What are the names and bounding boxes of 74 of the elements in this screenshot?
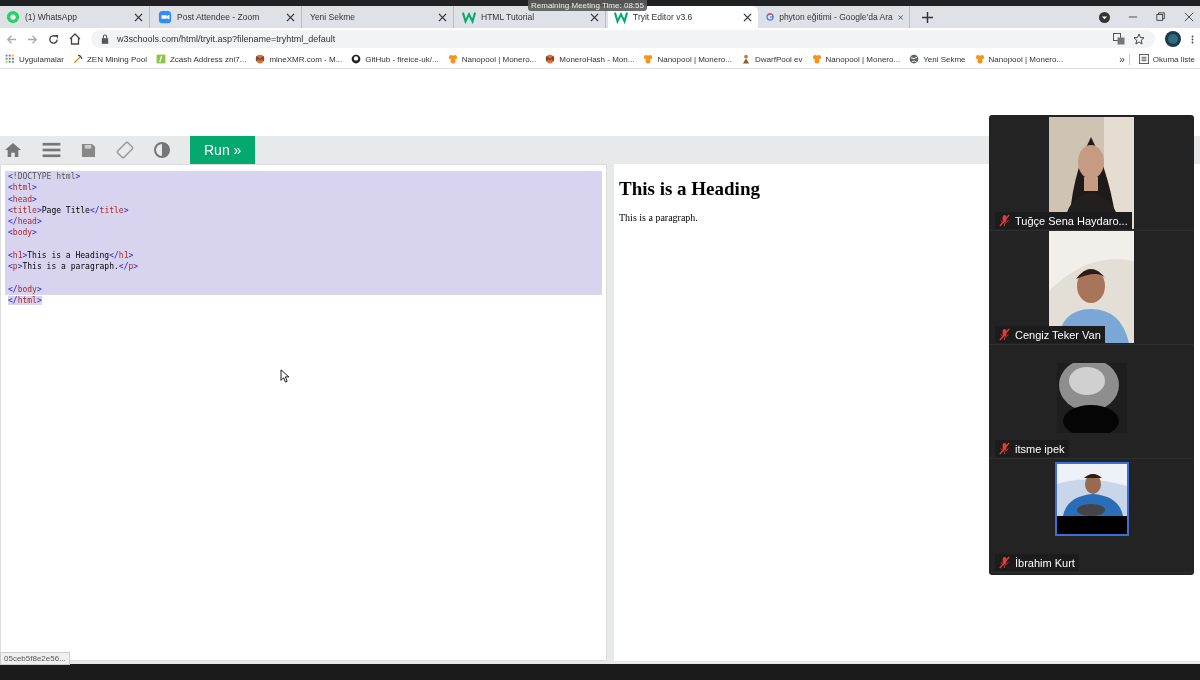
lock-icon — [101, 34, 109, 44]
menu-icon[interactable] — [42, 142, 61, 158]
star-icon[interactable] — [1133, 33, 1145, 45]
bookmark[interactable]: GitHub - fireice-uk/... — [351, 54, 439, 64]
kebab-menu-icon[interactable] — [1191, 33, 1194, 45]
tab-title: Yeni Sekme — [310, 12, 357, 22]
reload-icon[interactable] — [48, 33, 59, 45]
close-icon[interactable] — [286, 12, 295, 22]
bookmark[interactable]: ZEN Mining Pool — [72, 54, 147, 64]
avatar-icon[interactable] — [1165, 31, 1181, 47]
bookmark[interactable]: Nanopool | Monero... — [447, 54, 537, 64]
grid-icon — [5, 54, 15, 64]
page-paragraph: This is a paragraph. — [619, 212, 698, 223]
bookmark[interactable]: mineXMR.com - M... — [255, 54, 343, 64]
code-line: </body> — [8, 284, 42, 294]
restore-icon[interactable] — [1156, 12, 1166, 22]
bookmark[interactable]: MoneroHash - Mon... — [545, 54, 635, 64]
tab-title: (1) WhatsApp — [25, 12, 78, 22]
tab-title: Tryit Editor v3.6 — [633, 12, 694, 22]
contrast-icon[interactable] — [154, 142, 170, 158]
status-url: 05ceb5f8e2e56... — [0, 652, 70, 665]
close-icon[interactable] — [438, 12, 447, 22]
tab-title: Post Attendee - Zoom — [177, 12, 261, 22]
bookmark[interactable]: Nanopool | Monero... — [643, 54, 732, 64]
cursor-icon — [280, 369, 289, 383]
g-logo-icon — [766, 10, 775, 24]
profile-menu-icon[interactable] — [1099, 11, 1110, 23]
participant-name: Tuğçe Sena Haydaro... — [1015, 214, 1128, 227]
home-icon[interactable] — [69, 33, 81, 45]
reading-list-button[interactable]: Okuma liste — [1138, 54, 1195, 64]
close-icon[interactable] — [134, 12, 143, 22]
code-line: <!DOCTYPE html> — [8, 172, 81, 181]
tab-title: HTML Tutorial — [481, 12, 536, 22]
video-camera-icon — [158, 10, 172, 24]
code-line: </head> — [8, 217, 42, 227]
more-bookmarks-button[interactable]: » — [1119, 53, 1130, 65]
code-line: <p>This is a paragraph.</p> — [8, 262, 139, 272]
new-tab-icon[interactable] — [922, 11, 933, 23]
page-heading: This is a Heading — [619, 178, 760, 200]
dwarf-figure-icon — [741, 54, 751, 64]
bookmark[interactable]: Zcash Address zni7... — [155, 54, 247, 64]
close-icon[interactable] — [743, 12, 752, 22]
bookmark[interactable]: Uygulamalar — [5, 54, 64, 64]
participant-name: İbrahim Kurt — [1015, 556, 1075, 569]
pickaxe-icon — [72, 54, 83, 64]
bookmark[interactable]: DwarfPool ev — [741, 54, 803, 64]
save-icon[interactable] — [81, 142, 96, 158]
coin-icon — [255, 54, 266, 64]
w-logo-icon — [462, 10, 476, 24]
participant-name: Cengiz Teker Van — [1015, 328, 1101, 341]
coin-square-icon — [155, 54, 166, 64]
cluster-icon — [811, 54, 822, 64]
code-line: <html> — [8, 183, 37, 193]
w-logo-icon — [614, 10, 628, 24]
tab-title: phyton eğitimi - Google'da Ara — [779, 12, 893, 22]
cluster-icon — [974, 54, 985, 64]
cluster-icon — [643, 54, 654, 64]
close-icon[interactable] — [1184, 12, 1194, 22]
address-field[interactable]: w3schools.com/html/tryit.asp?filename=tryhtml_default — [91, 30, 1155, 48]
globe-icon — [909, 54, 920, 64]
list-icon — [1138, 54, 1149, 64]
meeting-timer-toast: Remaining Meeting Time: 08:55 — [528, 0, 647, 11]
participant-name: itsme ipek — [1015, 442, 1065, 455]
coin-icon — [545, 54, 556, 64]
bookmark[interactable]: Nanopool | Monero... — [811, 54, 901, 64]
bookmark[interactable]: Nanopool | Monero... — [974, 54, 1064, 64]
code-line: <title>Page Title</title> — [8, 205, 129, 215]
code-line: <body> — [8, 228, 37, 238]
code-line: <head> — [8, 194, 37, 204]
close-icon[interactable] — [590, 12, 599, 22]
translate-icon[interactable] — [1113, 33, 1125, 45]
code-line: <h1>This is a Heading</h1> — [8, 251, 134, 261]
bookmark[interactable]: Yeni Sekme — [909, 54, 966, 64]
cluster-icon — [447, 54, 458, 64]
